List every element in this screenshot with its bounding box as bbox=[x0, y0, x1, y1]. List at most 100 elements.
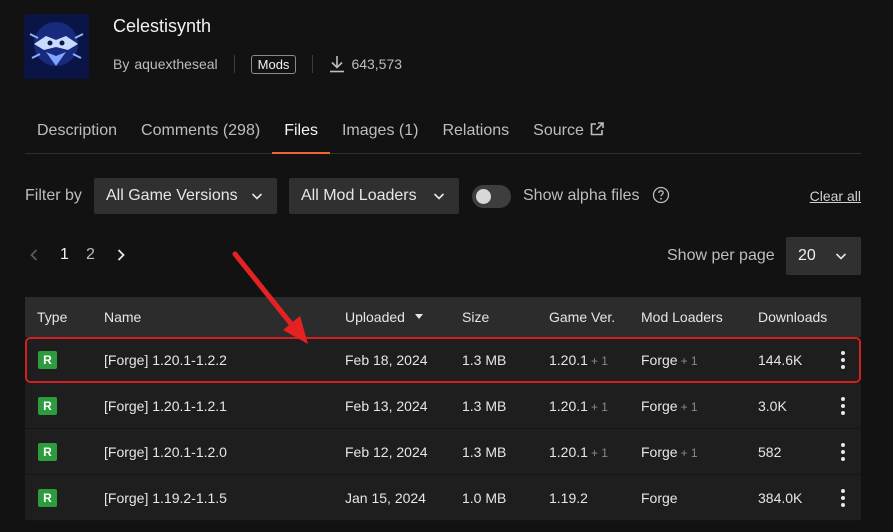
page-1[interactable]: 1 bbox=[60, 246, 69, 264]
game-version-value: 1.20.1 bbox=[549, 444, 588, 460]
author-link[interactable]: aquextheseal bbox=[134, 56, 217, 72]
tab-label: Description bbox=[37, 122, 118, 139]
mod-loader: Forge + 1 bbox=[641, 398, 698, 414]
mod-loader-extra: + 1 bbox=[680, 400, 698, 414]
tab-source[interactable]: Source bbox=[521, 112, 616, 153]
header-name[interactable]: Name bbox=[104, 309, 141, 325]
mod-loader: Forge + 1 bbox=[641, 352, 698, 368]
upload-date: Jan 15, 2024 bbox=[345, 490, 426, 506]
files-table: Type Name Uploaded Size Game Ver. Mod Lo… bbox=[25, 297, 861, 521]
game-version-value: 1.20.1 bbox=[549, 352, 588, 368]
table-row[interactable]: R [Forge] 1.19.2-1.1.5 Jan 15, 2024 1.0 … bbox=[25, 475, 861, 521]
mod-loader-extra: + 1 bbox=[680, 354, 698, 368]
download-count: 144.6K bbox=[758, 352, 803, 368]
chevron-down-icon bbox=[835, 253, 847, 260]
per-page-label: Show per page bbox=[667, 247, 775, 264]
game-version-select[interactable]: All Game Versions bbox=[94, 178, 277, 214]
download-icon bbox=[330, 56, 345, 73]
game-version-extra: + 1 bbox=[590, 354, 608, 368]
toggle-knob bbox=[476, 189, 491, 204]
mod-loader-select[interactable]: All Mod Loaders bbox=[289, 178, 459, 214]
game-version-extra: + 1 bbox=[590, 400, 608, 414]
tab-label: Files bbox=[284, 122, 318, 139]
pagination-bar: 1 2 Show per page 20 bbox=[25, 237, 861, 275]
chevron-down-icon bbox=[251, 193, 263, 200]
file-size: 1.3 MB bbox=[462, 444, 507, 460]
file-size: 1.3 MB bbox=[462, 398, 507, 414]
tab-files[interactable]: Files bbox=[272, 112, 330, 154]
tab-relations[interactable]: Relations bbox=[430, 112, 521, 153]
release-badge: R bbox=[38, 351, 57, 369]
kebab-menu-icon[interactable] bbox=[837, 488, 849, 508]
show-alpha-label: Show alpha files bbox=[523, 187, 640, 204]
per-page-select[interactable]: 20 bbox=[786, 237, 861, 275]
tab-label: Relations bbox=[442, 122, 510, 139]
external-link-icon bbox=[590, 122, 604, 136]
game-version: 1.19.2 bbox=[549, 490, 588, 506]
download-count: 3.0K bbox=[758, 398, 787, 414]
release-badge: R bbox=[38, 443, 57, 461]
show-alpha-toggle[interactable] bbox=[472, 185, 511, 208]
file-name[interactable]: [Forge] 1.19.2-1.1.5 bbox=[104, 490, 227, 506]
file-name[interactable]: [Forge] 1.20.1-1.2.0 bbox=[104, 444, 227, 460]
table-row[interactable]: R [Forge] 1.20.1-1.2.1 Feb 13, 2024 1.3 … bbox=[25, 383, 861, 429]
game-version: 1.20.1 + 1 bbox=[549, 352, 608, 368]
upload-date: Feb 12, 2024 bbox=[345, 444, 428, 460]
category-badge[interactable]: Mods bbox=[250, 54, 297, 74]
mod-loader-value: Forge bbox=[641, 398, 678, 414]
clear-all-link[interactable]: Clear all bbox=[810, 188, 861, 204]
download-count: 582 bbox=[758, 444, 782, 460]
kebab-menu-icon[interactable] bbox=[837, 396, 849, 416]
project-title: Celestisynth bbox=[113, 16, 212, 36]
help-circle-icon[interactable] bbox=[652, 186, 670, 204]
project-meta: By aquextheseal Mods 643,573 bbox=[113, 54, 402, 74]
download-count: 384.0K bbox=[758, 490, 803, 506]
project-tabs: Description Comments (298) Files Images … bbox=[25, 112, 861, 154]
tab-label: Images (1) bbox=[341, 122, 419, 139]
project-logo[interactable] bbox=[24, 14, 89, 79]
mod-loader-value: All Mod Loaders bbox=[301, 187, 417, 204]
header-uploaded[interactable]: Uploaded bbox=[345, 309, 423, 325]
mod-loader: Forge bbox=[641, 490, 678, 506]
mod-loader-value: Forge bbox=[641, 444, 678, 460]
chevron-left-icon[interactable] bbox=[28, 248, 40, 262]
game-version-extra: + 1 bbox=[590, 446, 608, 460]
sort-down-icon bbox=[414, 314, 423, 319]
tab-images[interactable]: Images (1) bbox=[330, 112, 430, 153]
game-version-value: All Game Versions bbox=[106, 187, 238, 204]
mod-loader-value: Forge bbox=[641, 352, 678, 368]
chevron-down-icon bbox=[433, 193, 445, 200]
mod-loader: Forge + 1 bbox=[641, 444, 698, 460]
game-version: 1.20.1 + 1 bbox=[549, 398, 608, 414]
file-name[interactable]: [Forge] 1.20.1-1.2.2 bbox=[104, 352, 227, 368]
header-size[interactable]: Size bbox=[462, 309, 489, 325]
release-badge: R bbox=[38, 489, 57, 507]
tab-description[interactable]: Description bbox=[25, 112, 129, 153]
file-size: 1.3 MB bbox=[462, 352, 507, 368]
file-size: 1.0 MB bbox=[462, 490, 507, 506]
game-version: 1.20.1 + 1 bbox=[549, 444, 608, 460]
kebab-menu-icon[interactable] bbox=[837, 350, 849, 370]
header-uploaded-label: Uploaded bbox=[345, 309, 405, 325]
upload-date: Feb 18, 2024 bbox=[345, 352, 428, 368]
file-name[interactable]: [Forge] 1.20.1-1.2.1 bbox=[104, 398, 227, 414]
project-header: Celestisynth By aquextheseal Mods 643,57… bbox=[24, 14, 864, 84]
header-type: Type bbox=[37, 309, 68, 325]
kebab-menu-icon[interactable] bbox=[837, 442, 849, 462]
filter-label: Filter by bbox=[25, 187, 82, 204]
per-page-value: 20 bbox=[798, 247, 816, 264]
tab-comments[interactable]: Comments (298) bbox=[129, 112, 272, 153]
header-mod-loaders: Mod Loaders bbox=[641, 309, 723, 325]
download-count: 643,573 bbox=[351, 56, 403, 72]
header-game-ver[interactable]: Game Ver. bbox=[549, 309, 615, 325]
table-row[interactable]: R [Forge] 1.20.1-1.2.0 Feb 12, 2024 1.3 … bbox=[25, 429, 861, 475]
tab-label: Comments (298) bbox=[141, 122, 261, 139]
release-badge: R bbox=[38, 397, 57, 415]
tab-label: Source bbox=[533, 122, 584, 139]
upload-date: Feb 13, 2024 bbox=[345, 398, 428, 414]
table-row[interactable]: R [Forge] 1.20.1-1.2.2 Feb 18, 2024 1.3 … bbox=[25, 337, 861, 383]
header-downloads[interactable]: Downloads bbox=[758, 309, 827, 325]
page-2[interactable]: 2 bbox=[86, 246, 95, 264]
by-label: By bbox=[113, 56, 130, 72]
chevron-right-icon[interactable] bbox=[115, 248, 127, 262]
